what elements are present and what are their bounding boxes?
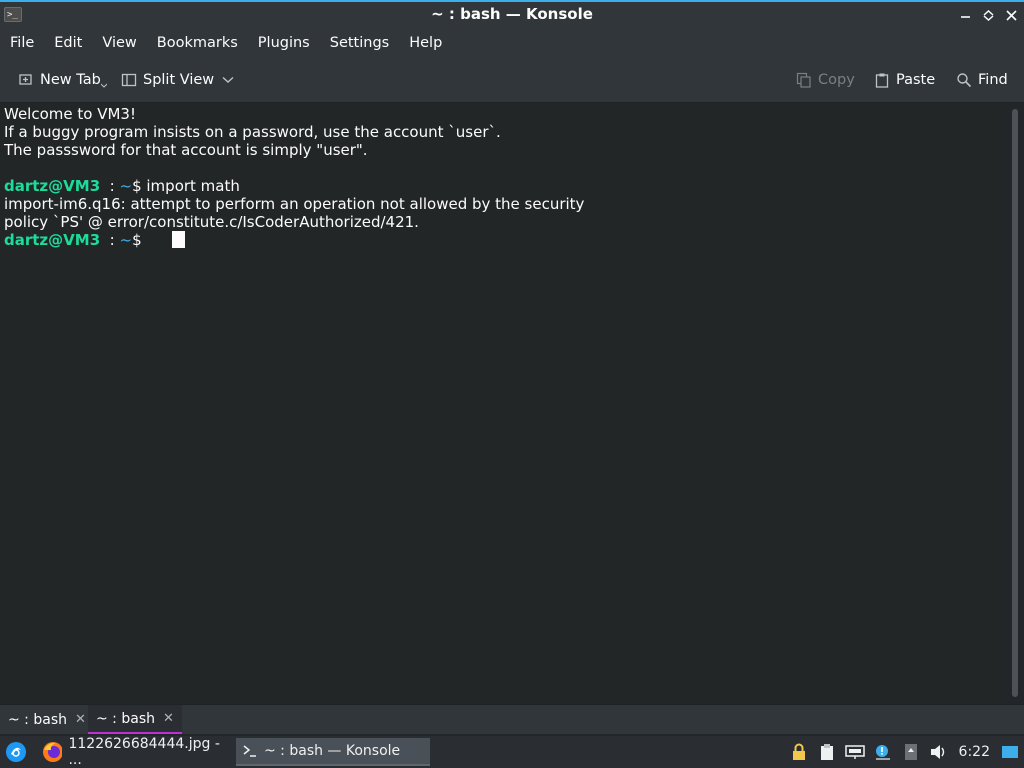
show-desktop-icon[interactable] <box>996 738 1024 766</box>
task-firefox[interactable]: 1122626684444.jpg - ... <box>36 736 232 768</box>
paste-label: Paste <box>896 72 936 88</box>
find-button[interactable]: Find <box>956 70 1008 90</box>
menu-settings[interactable]: Settings <box>320 35 399 51</box>
terminal-line: The passsword for that account is simply… <box>4 141 368 159</box>
search-icon <box>957 73 972 88</box>
task-label: ~ : bash — Konsole <box>264 743 401 759</box>
split-view-label: Split View <box>143 72 215 88</box>
minimize-icon <box>961 15 970 18</box>
minimize-button[interactable] <box>959 7 972 23</box>
close-button[interactable] <box>1005 7 1018 23</box>
prompt-symbol: $ <box>132 231 147 249</box>
new-tab-label: New Tab <box>40 72 101 88</box>
close-tab-icon[interactable]: ✕ <box>163 711 174 726</box>
lock-icon[interactable] <box>785 738 813 766</box>
split-view-icon <box>121 73 137 87</box>
copy-icon <box>796 72 811 88</box>
title-bar[interactable]: >_ ~ : bash — Konsole <box>0 0 1024 28</box>
terminal-output[interactable]: Welcome to VM3! If a buggy program insis… <box>0 103 1004 703</box>
maximize-button[interactable] <box>982 7 995 23</box>
menu-view[interactable]: View <box>92 35 146 51</box>
clipboard-icon[interactable] <box>813 738 841 766</box>
menu-plugins[interactable]: Plugins <box>248 35 320 51</box>
command-text: import math <box>146 177 240 195</box>
close-tab-icon[interactable]: ✕ <box>75 712 86 727</box>
restore-icon <box>983 9 994 21</box>
toolbar: New Tab Split View Copy Paste Find <box>0 58 1024 103</box>
clock[interactable]: 6:22 <box>953 744 996 760</box>
chevron-down-icon <box>222 76 234 83</box>
copy-button[interactable]: Copy <box>796 70 855 90</box>
find-label: Find <box>978 72 1008 88</box>
menu-bar: File Edit View Bookmarks Plugins Setting… <box>0 28 1024 58</box>
dropdown-arrow-icon <box>100 83 107 88</box>
prompt-symbol: $ <box>132 177 147 195</box>
error-line: import-im6.q16: attempt to perform an op… <box>4 195 585 213</box>
prompt-path: ~ <box>119 177 133 195</box>
prompt-user: dartz@VM3 <box>4 177 101 195</box>
terminal-prompt-line: dartz@VM3 : ~$ import math <box>4 177 240 195</box>
menu-bookmarks[interactable]: Bookmarks <box>147 35 248 51</box>
close-icon <box>1006 9 1017 21</box>
split-view-button[interactable]: Split View <box>121 70 234 90</box>
updates-icon[interactable] <box>897 738 925 766</box>
scrollbar-thumb[interactable] <box>1012 109 1018 697</box>
menu-edit[interactable]: Edit <box>44 35 92 51</box>
terminal-line: If a buggy program insists on a password… <box>4 123 501 141</box>
volume-icon[interactable] <box>925 738 953 766</box>
tab-bar: ~ : bash ✕ ~ : bash ✕ <box>0 704 1024 734</box>
error-line: policy `PS' @ error/constitute.c/IsCoder… <box>4 213 419 231</box>
task-label: 1122626684444.jpg - ... <box>68 736 220 768</box>
tab-label: ~ : bash <box>96 710 155 727</box>
tab-bash-1[interactable]: ~ : bash ✕ <box>0 705 94 734</box>
terminal-prompt-line: dartz@VM3 : ~$ <box>4 231 146 249</box>
window-title: ~ : bash — Konsole <box>431 5 593 23</box>
paste-button[interactable]: Paste <box>874 70 935 90</box>
prompt-user: dartz@VM3 <box>4 231 101 249</box>
prompt-separator: : <box>100 231 120 249</box>
taskbar: 1122626684444.jpg - ... ~ : bash — Konso… <box>0 736 1024 768</box>
notifications-icon[interactable] <box>869 738 897 766</box>
text-cursor <box>172 231 185 248</box>
prompt-path: ~ <box>119 231 133 249</box>
menu-help[interactable]: Help <box>399 35 452 51</box>
konsole-icon <box>243 745 256 757</box>
firefox-icon <box>43 742 63 762</box>
tab-bash-2[interactable]: ~ : bash ✕ <box>88 705 182 734</box>
tab-label: ~ : bash <box>8 711 67 728</box>
new-tab-button[interactable]: New Tab <box>18 70 107 90</box>
system-tray: 6:22 <box>785 736 1024 768</box>
menu-file[interactable]: File <box>0 35 44 51</box>
prompt-separator: : <box>100 177 120 195</box>
task-konsole[interactable]: ~ : bash — Konsole <box>236 738 430 766</box>
new-tab-icon <box>19 74 32 85</box>
copy-label: Copy <box>818 72 855 88</box>
paste-icon <box>875 73 889 88</box>
terminal-scrollbar[interactable] <box>1004 103 1024 703</box>
terminal-line: Welcome to VM3! <box>4 105 136 123</box>
network-icon[interactable] <box>841 738 869 766</box>
application-launcher-icon[interactable] <box>4 740 28 764</box>
